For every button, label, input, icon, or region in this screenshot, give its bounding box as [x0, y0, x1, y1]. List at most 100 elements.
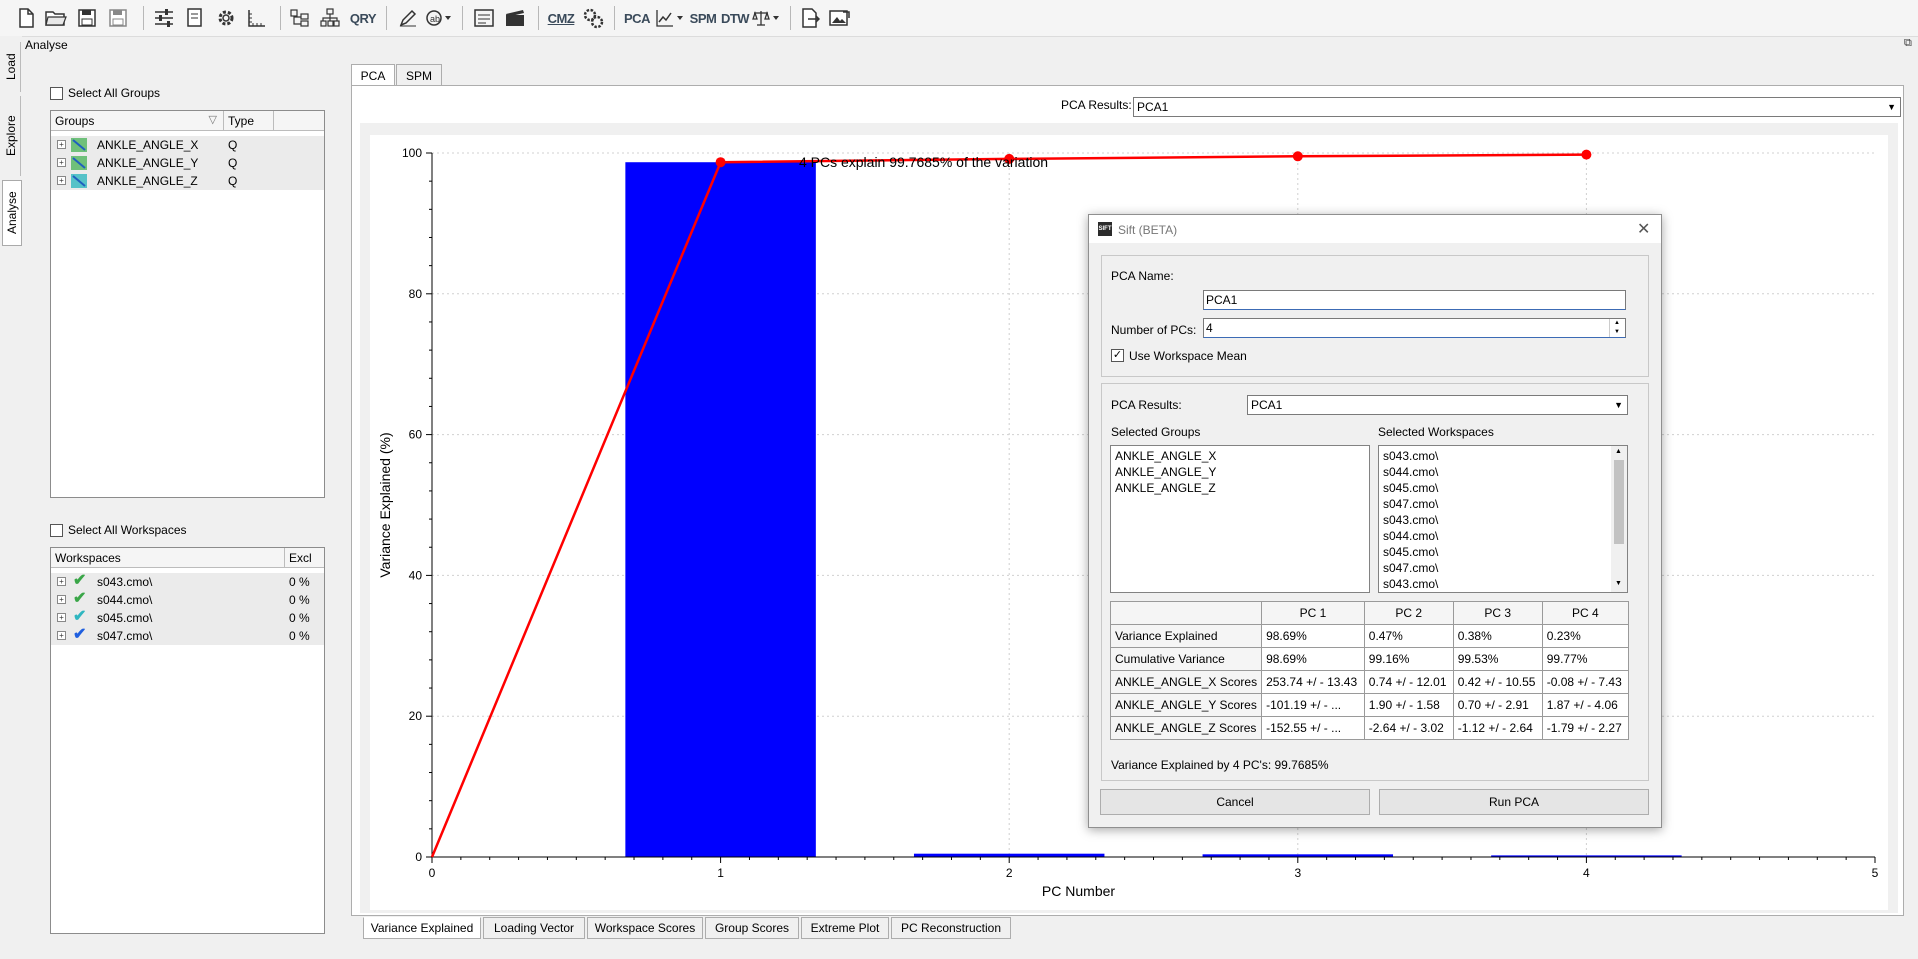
balance-dropdown-icon[interactable]	[750, 4, 782, 32]
tab-pca[interactable]: PCA	[351, 64, 395, 86]
column-header[interactable]: PC 4	[1541, 601, 1630, 625]
palette-icon[interactable]: ab	[424, 4, 452, 32]
close-icon[interactable]: ✕	[1637, 219, 1650, 239]
side-tab-analyse[interactable]: Analyse	[2, 180, 22, 246]
restore-window-icon[interactable]: ⧉	[1904, 37, 1912, 50]
table-cell[interactable]: 0.38%	[1452, 624, 1543, 648]
query-button[interactable]: QRY	[348, 4, 378, 32]
gear-icon[interactable]	[214, 4, 238, 32]
select-all-groups-checkbox[interactable]	[50, 87, 63, 100]
save-as-icon[interactable]	[106, 4, 130, 32]
groups-tree[interactable]: Groups ▽ Type + ANKLE_ANGLE_X Q + ANKLE_A…	[50, 110, 325, 498]
table-cell[interactable]: 98.69%	[1261, 647, 1365, 671]
tab-pc-reconstruction[interactable]: PC Reconstruction	[891, 917, 1011, 939]
scrollbar-thumb[interactable]	[1614, 460, 1624, 544]
new-file-icon[interactable]	[14, 4, 38, 32]
expand-icon[interactable]: +	[57, 595, 66, 604]
tree-icon[interactable]	[318, 4, 342, 32]
selected-groups-list[interactable]: ANKLE_ANGLE_X ANKLE_ANGLE_Y ANKLE_ANGLE_…	[1110, 445, 1370, 593]
ruler-icon[interactable]	[245, 4, 269, 32]
table-cell[interactable]: 99.16%	[1363, 647, 1454, 671]
table-cell[interactable]: 0.23%	[1541, 624, 1630, 648]
pca-results-select[interactable]: PCA1 ▼	[1133, 97, 1901, 117]
table-cell[interactable]: 1.87 +/ - 4.06	[1541, 693, 1630, 717]
spm-button[interactable]: SPM	[688, 4, 718, 32]
spin-up-icon[interactable]: ▲	[1609, 319, 1624, 328]
selected-workspaces-list[interactable]: s043.cmo\ s044.cmo\ s045.cmo\ s047.cmo\ …	[1378, 445, 1628, 593]
open-folder-icon[interactable]	[44, 4, 68, 32]
table-cell[interactable]: -1.12 +/ - 2.64	[1452, 716, 1543, 740]
cancel-button[interactable]: Cancel	[1100, 789, 1370, 815]
expand-icon[interactable]: +	[57, 631, 66, 640]
expand-icon[interactable]: +	[57, 613, 66, 622]
side-tab-explore[interactable]: Explore	[2, 96, 21, 176]
list-item[interactable]: s043.cmo\	[1379, 448, 1627, 464]
expand-icon[interactable]: +	[57, 176, 66, 185]
table-cell[interactable]: 1.90 +/ - 1.58	[1363, 693, 1454, 717]
table-cell[interactable]: -1.79 +/ - 2.27	[1541, 716, 1630, 740]
number-of-pcs-spinbox[interactable]: 4 ▲ ▼	[1203, 318, 1626, 338]
table-cell[interactable]: 0.70 +/ - 2.91	[1452, 693, 1543, 717]
table-cell[interactable]: 253.74 +/ - 13.43	[1261, 670, 1365, 694]
tab-spm[interactable]: SPM	[396, 64, 442, 86]
chart-dropdown-icon[interactable]	[654, 4, 686, 32]
groups-column-header[interactable]: Groups ▽	[51, 111, 224, 131]
table-cell[interactable]: 99.53%	[1452, 647, 1543, 671]
gears-icon[interactable]	[580, 4, 606, 32]
select-all-workspaces-checkbox[interactable]	[50, 524, 63, 537]
list-item[interactable]: s045.cmo\	[1379, 480, 1627, 496]
export-icon[interactable]	[798, 4, 822, 32]
table-cell[interactable]: 98.69%	[1261, 624, 1365, 648]
tab-loading-vector[interactable]: Loading Vector	[483, 917, 585, 939]
list-item[interactable]: s044.cmo\	[1379, 464, 1627, 480]
group-row[interactable]: + ANKLE_ANGLE_Z Q	[51, 172, 324, 190]
excl-column-header[interactable]: Excl	[285, 548, 324, 568]
list-item[interactable]: s045.cmo\	[1379, 544, 1627, 560]
pca-name-input[interactable]: PCA1	[1203, 290, 1626, 310]
workspace-row[interactable]: + ✔ s047.cmo\ 0 %	[51, 627, 324, 645]
edit-document-icon[interactable]	[183, 4, 207, 32]
group-layout-icon[interactable]	[288, 4, 312, 32]
workspaces-column-header[interactable]: Workspaces	[51, 548, 285, 568]
workspace-row[interactable]: + ✔ s045.cmo\ 0 %	[51, 609, 324, 627]
column-header[interactable]: PC 1	[1261, 601, 1365, 625]
scroll-up-icon[interactable]: ▲	[1615, 448, 1622, 455]
table-cell[interactable]: 0.42 +/ - 10.55	[1452, 670, 1543, 694]
table-cell[interactable]: 99.77%	[1541, 647, 1630, 671]
dtw-button[interactable]: DTW	[720, 4, 750, 32]
list-item[interactable]: s043.cmo\	[1379, 512, 1627, 528]
group-row[interactable]: + ANKLE_ANGLE_Y Q	[51, 154, 324, 172]
workspaces-scrollbar[interactable]: ▲ ▼	[1611, 446, 1627, 592]
list-item[interactable]: s044.cmo\	[1379, 528, 1627, 544]
dialog-pca-results-select[interactable]: PCA1 ▼	[1247, 395, 1628, 415]
settings-sliders-icon[interactable]	[152, 4, 176, 32]
pca-button[interactable]: PCA	[622, 4, 652, 32]
list-item[interactable]: s043.cmo\	[1379, 576, 1627, 592]
spin-down-icon[interactable]: ▼	[1609, 328, 1624, 337]
list-item[interactable]: ANKLE_ANGLE_Z	[1111, 480, 1369, 496]
table-cell[interactable]: 0.47%	[1363, 624, 1454, 648]
column-header[interactable]: PC 3	[1452, 601, 1543, 625]
list-item[interactable]: s047.cmo\	[1379, 496, 1627, 512]
workspaces-tree[interactable]: Workspaces Excl + ✔ s043.cmo\ 0 % + ✔ s0…	[50, 547, 325, 934]
expand-icon[interactable]: +	[57, 577, 66, 586]
tab-group-scores[interactable]: Group Scores	[705, 917, 799, 939]
tab-variance-explained[interactable]: Variance Explained	[363, 917, 481, 939]
table-cell[interactable]: 0.74 +/ - 12.01	[1363, 670, 1454, 694]
list-item[interactable]: ANKLE_ANGLE_X	[1111, 448, 1369, 464]
expand-icon[interactable]: +	[57, 140, 66, 149]
type-column-header[interactable]: Type	[224, 111, 274, 131]
table-cell[interactable]: -2.64 +/ - 3.02	[1363, 716, 1454, 740]
table-cell[interactable]: -101.19 +/ - ...	[1261, 693, 1365, 717]
table-cell[interactable]: -0.08 +/ - 7.43	[1541, 670, 1630, 694]
scroll-down-icon[interactable]: ▼	[1615, 580, 1622, 587]
movie-icon[interactable]	[503, 4, 527, 32]
use-workspace-mean-checkbox[interactable]: ✓	[1111, 349, 1124, 362]
save-icon[interactable]	[75, 4, 99, 32]
cmz-button[interactable]: CMZ	[546, 4, 576, 32]
tab-extreme-plot[interactable]: Extreme Plot	[801, 917, 889, 939]
pen-icon[interactable]	[396, 4, 420, 32]
tab-workspace-scores[interactable]: Workspace Scores	[587, 917, 703, 939]
expand-icon[interactable]: +	[57, 158, 66, 167]
list-item[interactable]: ANKLE_ANGLE_Y	[1111, 464, 1369, 480]
